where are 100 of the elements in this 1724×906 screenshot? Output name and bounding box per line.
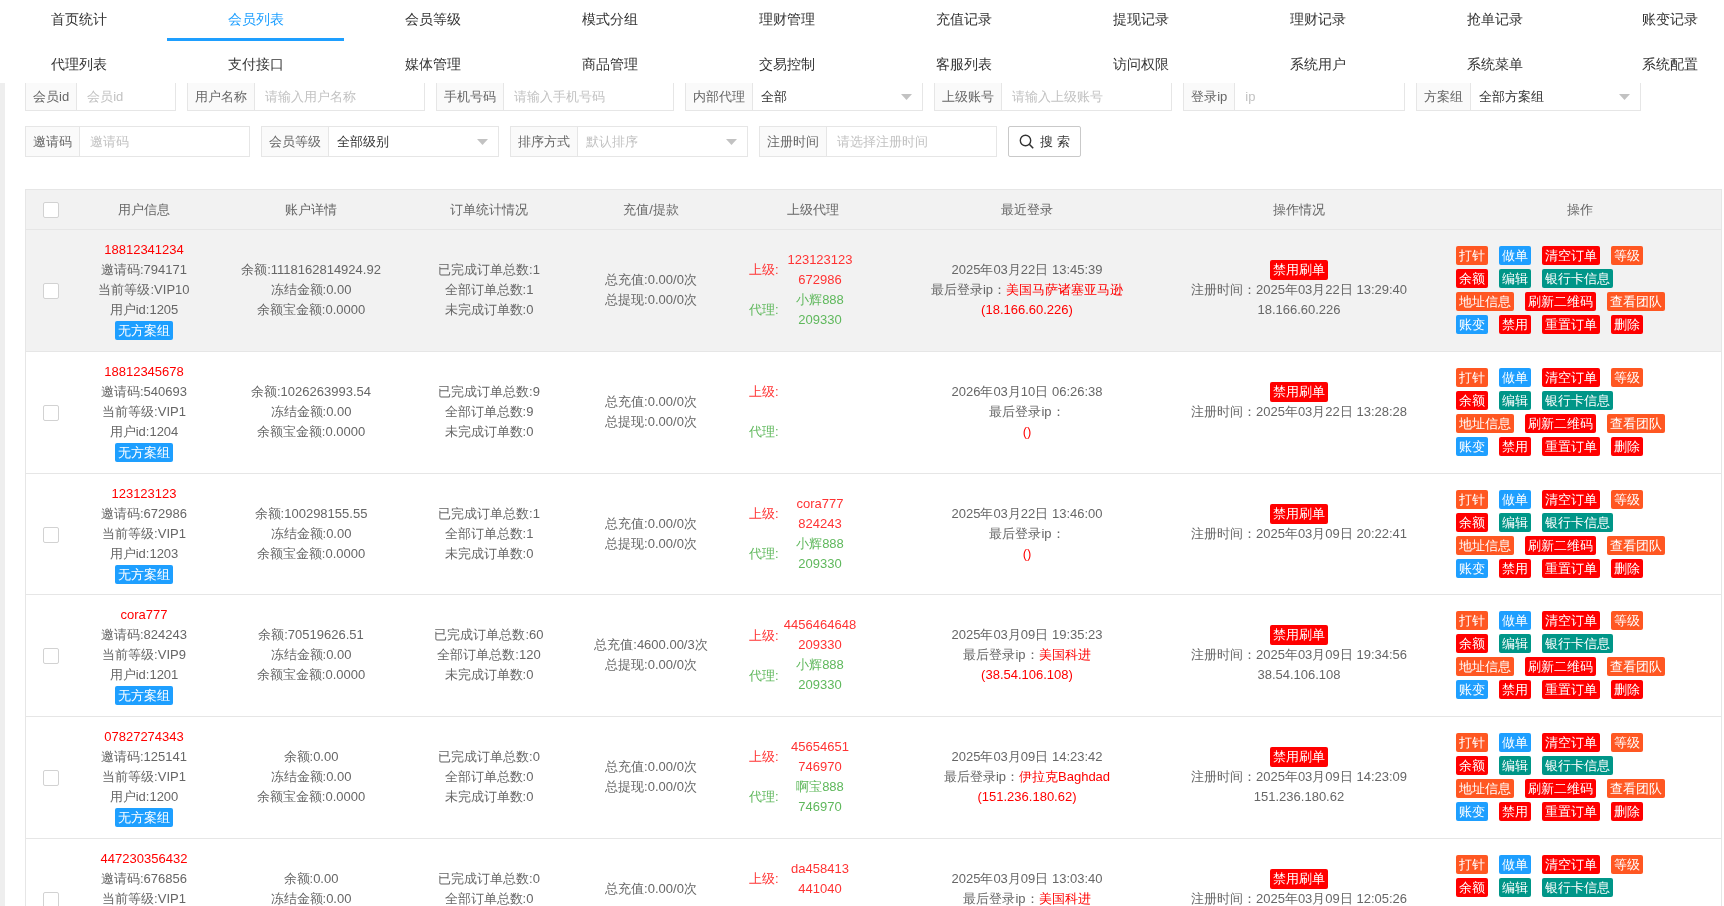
select-field[interactable]: 全部级别 <box>329 126 499 157</box>
action-button[interactable]: 余额 <box>1456 269 1488 288</box>
action-button[interactable]: 银行卡信息 <box>1542 634 1613 654</box>
action-button[interactable]: 银行卡信息 <box>1542 512 1613 532</box>
action-button[interactable]: 等级 <box>1611 489 1643 509</box>
action-button[interactable]: 打针 <box>1456 855 1488 874</box>
nav-tab[interactable]: 代理列表 <box>0 49 167 83</box>
action-button[interactable]: 等级 <box>1611 855 1643 874</box>
action-button[interactable]: 做单 <box>1499 733 1531 753</box>
action-button[interactable]: 重置订单 <box>1542 558 1600 578</box>
nav-tab[interactable]: 充值记录 <box>875 0 1052 41</box>
action-button[interactable]: 重置订单 <box>1542 315 1600 334</box>
action-button[interactable]: 编辑 <box>1499 390 1531 410</box>
nav-tab[interactable]: 首页统计 <box>0 0 167 41</box>
action-button[interactable]: 刷新二维码 <box>1525 413 1596 433</box>
action-button[interactable]: 等级 <box>1611 246 1643 265</box>
checkbox[interactable] <box>42 770 59 787</box>
action-button[interactable]: 清空订单 <box>1542 367 1600 387</box>
action-button[interactable]: 地址信息 <box>1456 657 1514 677</box>
action-button[interactable]: 清空订单 <box>1542 611 1600 631</box>
nav-tab[interactable]: 商品管理 <box>521 49 698 83</box>
action-button[interactable]: 查看团队 <box>1607 779 1665 799</box>
nav-tab[interactable]: 会员等级 <box>344 0 521 41</box>
nav-tab[interactable]: 模式分组 <box>521 0 698 41</box>
input-field[interactable]: 邀请码 <box>80 126 250 157</box>
action-button[interactable]: 刷新二维码 <box>1525 657 1596 677</box>
nav-tab[interactable]: 理财管理 <box>698 0 875 41</box>
action-button[interactable]: 禁用 <box>1499 802 1531 822</box>
action-button[interactable]: 打针 <box>1456 489 1488 509</box>
nav-tab[interactable]: 提现记录 <box>1052 0 1229 41</box>
select-field[interactable]: 全部方案组 <box>1471 83 1642 111</box>
action-button[interactable]: 编辑 <box>1499 878 1531 897</box>
checkbox[interactable] <box>42 404 59 421</box>
action-button[interactable]: 查看团队 <box>1607 292 1665 311</box>
action-button[interactable]: 编辑 <box>1499 756 1531 776</box>
action-button[interactable]: 余额 <box>1456 512 1488 532</box>
action-button[interactable]: 删除 <box>1611 558 1643 578</box>
action-button[interactable]: 银行卡信息 <box>1542 878 1613 897</box>
checkbox[interactable] <box>42 283 59 299</box>
nav-tab[interactable]: 账变记录 <box>1583 0 1724 41</box>
action-button[interactable]: 刷新二维码 <box>1525 779 1596 799</box>
action-button[interactable]: 编辑 <box>1499 269 1531 288</box>
action-button[interactable]: 等级 <box>1611 611 1643 631</box>
action-button[interactable]: 银行卡信息 <box>1542 756 1613 776</box>
action-button[interactable]: 删除 <box>1611 315 1643 334</box>
action-button[interactable]: 做单 <box>1499 611 1531 631</box>
input-field[interactable]: ip <box>1235 83 1406 111</box>
nav-tab[interactable]: 交易控制 <box>698 49 875 83</box>
action-button[interactable]: 禁用 <box>1499 315 1531 334</box>
action-button[interactable]: 打针 <box>1456 367 1488 387</box>
disable-order-button[interactable]: 禁用刷单 <box>1270 747 1328 768</box>
action-button[interactable]: 账变 <box>1456 802 1488 822</box>
select-field[interactable]: 全部 <box>753 83 924 111</box>
action-button[interactable]: 余额 <box>1456 756 1488 776</box>
action-button[interactable]: 打针 <box>1456 246 1488 265</box>
search-button[interactable]: 搜 索 <box>1008 126 1081 157</box>
action-button[interactable]: 刷新二维码 <box>1525 292 1596 311</box>
nav-tab[interactable]: 支付接口 <box>167 49 344 83</box>
action-button[interactable]: 查看团队 <box>1607 413 1665 433</box>
disable-order-button[interactable]: 禁用刷单 <box>1270 381 1328 402</box>
action-button[interactable]: 编辑 <box>1499 512 1531 532</box>
action-button[interactable]: 做单 <box>1499 489 1531 509</box>
disable-order-button[interactable]: 禁用刷单 <box>1270 503 1328 524</box>
action-button[interactable]: 地址信息 <box>1456 779 1514 799</box>
action-button[interactable]: 删除 <box>1611 436 1643 456</box>
action-button[interactable]: 查看团队 <box>1607 535 1665 555</box>
action-button[interactable]: 余额 <box>1456 390 1488 410</box>
disable-order-button[interactable]: 禁用刷单 <box>1270 869 1328 889</box>
action-button[interactable]: 账变 <box>1456 315 1488 334</box>
action-button[interactable]: 清空订单 <box>1542 855 1600 874</box>
action-button[interactable]: 账变 <box>1456 680 1488 700</box>
disable-order-button[interactable]: 禁用刷单 <box>1270 260 1328 280</box>
action-button[interactable]: 编辑 <box>1499 634 1531 654</box>
nav-tab[interactable]: 系统用户 <box>1229 49 1406 83</box>
action-button[interactable]: 银行卡信息 <box>1542 390 1613 410</box>
action-button[interactable]: 账变 <box>1456 558 1488 578</box>
action-button[interactable]: 重置订单 <box>1542 680 1600 700</box>
input-field[interactable]: 请选择注册时间 <box>827 126 997 157</box>
action-button[interactable]: 清空订单 <box>1542 246 1600 265</box>
action-button[interactable]: 重置订单 <box>1542 802 1600 822</box>
action-button[interactable]: 做单 <box>1499 855 1531 874</box>
action-button[interactable]: 做单 <box>1499 367 1531 387</box>
nav-tab[interactable]: 会员列表 <box>167 0 344 41</box>
action-button[interactable]: 等级 <box>1611 733 1643 753</box>
action-button[interactable]: 打针 <box>1456 611 1488 631</box>
nav-tab[interactable]: 抢单记录 <box>1406 0 1583 41</box>
checkbox[interactable] <box>42 526 59 543</box>
action-button[interactable]: 重置订单 <box>1542 436 1600 456</box>
nav-tab[interactable]: 媒体管理 <box>344 49 521 83</box>
checkbox[interactable] <box>42 648 59 665</box>
disable-order-button[interactable]: 禁用刷单 <box>1270 625 1328 646</box>
action-button[interactable]: 地址信息 <box>1456 292 1514 311</box>
action-button[interactable]: 余额 <box>1456 878 1488 897</box>
action-button[interactable]: 余额 <box>1456 634 1488 654</box>
action-button[interactable]: 地址信息 <box>1456 535 1514 555</box>
action-button[interactable]: 打针 <box>1456 733 1488 753</box>
action-button[interactable]: 地址信息 <box>1456 413 1514 433</box>
nav-tab[interactable]: 访问权限 <box>1052 49 1229 83</box>
action-button[interactable]: 禁用 <box>1499 558 1531 578</box>
checkbox[interactable] <box>42 201 59 218</box>
